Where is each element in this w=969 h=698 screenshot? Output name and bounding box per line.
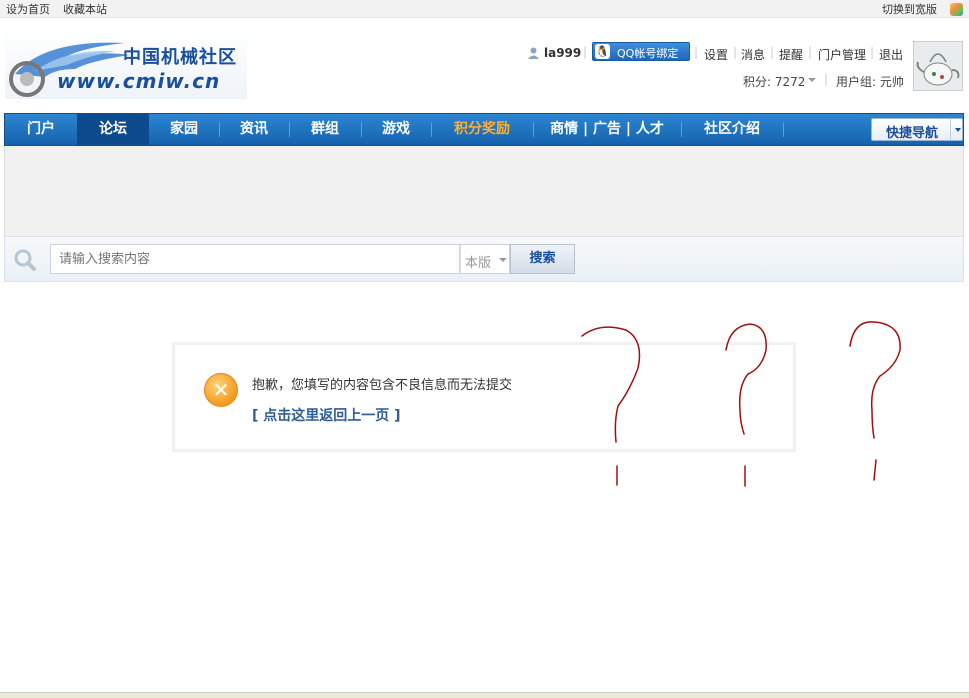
banner-area [4,146,964,236]
window-bottom-edge [0,692,969,698]
quick-nav-button[interactable]: 快捷导航 [871,118,963,141]
divider: | [808,45,813,59]
nav-divider [783,122,784,137]
settings-link[interactable]: 设置 [704,46,728,63]
site-logo[interactable]: 中国机械社区 www.cmiw.cn [5,29,247,99]
divider: | [770,45,775,59]
nav-item-news[interactable]: 资讯 [219,114,289,145]
search-bar: 本版 搜索 [4,236,964,282]
set-homepage-link[interactable]: 设为首页 [6,1,50,17]
nav-item-points-rewards[interactable]: 积分奖励 [431,114,533,145]
logo-url-text: www.cmiw.cn [57,69,221,93]
divider: | [694,45,699,59]
search-scope-select[interactable]: 本版 [460,244,510,274]
chevron-down-icon[interactable] [808,78,816,82]
divider: | [733,45,738,59]
error-message-text: 抱歉，您填写的内容包含不良信息而无法提交 [252,378,513,393]
avatar-teapot-image [914,42,962,90]
reminders-link[interactable]: 提醒 [779,46,803,63]
nav-item-games[interactable]: 游戏 [361,114,431,145]
usergroup-link[interactable]: 用户组: 元帅 [836,73,904,90]
divider: | [824,72,829,86]
question-mark-scribble [725,323,767,435]
nav-item-home[interactable]: 家园 [149,114,219,145]
error-icon: ✕ [204,373,238,407]
nav-item-portal[interactable]: 门户 [5,114,77,145]
search-button[interactable]: 搜索 [510,244,575,274]
back-link[interactable]: [ 点击这里返回上一页 ] [252,405,401,425]
divider: | [870,45,875,59]
search-scope-label: 本版 [465,256,492,271]
top-bar: 设为首页 收藏本站 切换到宽版 [0,0,969,18]
header: 中国机械社区 www.cmiw.cn la999 | 🐧 QQ帐号绑定 | 设置… [0,19,969,113]
qq-bind-label: QQ帐号绑定 [617,47,679,60]
bookmark-link[interactable]: 收藏本站 [63,1,107,17]
qq-penguin-icon: 🐧 [595,44,610,59]
logout-link[interactable]: 退出 [879,46,903,63]
messages-link[interactable]: 消息 [741,46,765,63]
nav-item-forum[interactable]: 论坛 [77,114,149,145]
wide-switch-icon[interactable] [950,3,963,16]
question-mark-scribble [581,326,641,443]
search-input[interactable] [50,244,460,274]
chevron-down-icon [499,258,507,262]
avatar[interactable] [913,41,963,91]
question-mark-scribble [873,459,877,481]
search-icon [14,249,36,271]
nav-item-about[interactable]: 社区介绍 [681,114,783,145]
question-mark-scribble [849,321,901,439]
user-icon [528,47,539,59]
username-link[interactable]: la999 [544,46,581,60]
chevron-down-icon [955,128,961,132]
divider: | [583,45,588,59]
divider [950,119,951,140]
quick-nav-label: 快捷导航 [886,126,939,141]
logo-cn-text: 中国机械社区 [123,47,237,68]
qq-bind-button[interactable]: 🐧 QQ帐号绑定 [592,42,690,61]
portal-admin-link[interactable]: 门户管理 [818,46,866,63]
points-dropdown[interactable]: 积分: 7272 [743,73,805,90]
nav-item-business[interactable]: 商情 | 广告 | 人才 [533,114,681,145]
main-nav: 门户 论坛 家园 资讯 群组 游戏 积分奖励 商情 | 广告 | 人才 社区介绍… [4,113,964,146]
switch-wide-link[interactable]: 切换到宽版 [882,1,937,17]
nav-item-groups[interactable]: 群组 [289,114,361,145]
question-marks-scribble [581,321,901,487]
